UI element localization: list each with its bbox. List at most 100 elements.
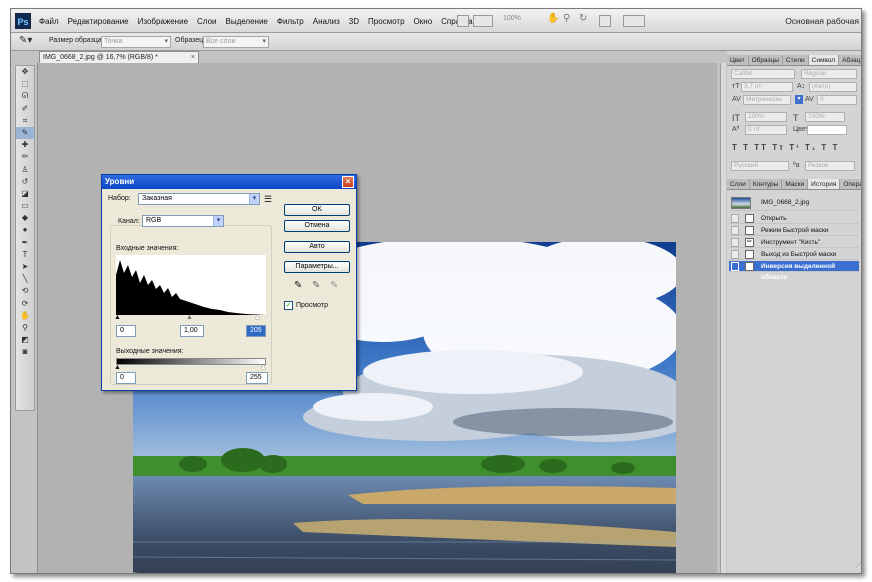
dodge-tool-icon[interactable]: ● <box>16 224 34 236</box>
menu-view[interactable]: Просмотр <box>368 17 405 26</box>
resize-grip-icon[interactable]: ⋰ <box>855 561 861 569</box>
history-item[interactable]: Выход из Быстрой маски <box>729 249 859 260</box>
auto-button[interactable]: Авто <box>284 241 350 253</box>
history-item[interactable]: Открыть <box>729 213 859 224</box>
output-white-field[interactable]: 255 <box>246 372 268 384</box>
vertical-scale-field[interactable]: 100% <box>745 112 787 122</box>
levels-titlebar[interactable]: Уровни × <box>102 175 356 189</box>
quick-select-tool-icon[interactable]: ✐ <box>16 103 34 115</box>
history-item[interactable]: Режим Быстрой маски <box>729 225 859 236</box>
text-color-swatch[interactable] <box>807 125 847 135</box>
menu-edit[interactable]: Редактирование <box>68 17 129 26</box>
sample-select[interactable]: Все слои <box>203 36 269 48</box>
menu-file[interactable]: Файл <box>39 17 59 26</box>
input-black-field[interactable]: 0 <box>116 325 136 337</box>
black-eyedropper-icon[interactable]: ✎ <box>294 280 302 291</box>
kerning-field[interactable]: Метрически <box>743 95 791 105</box>
antialias-select[interactable]: Резкое <box>805 161 855 171</box>
history-item[interactable]: ✏ Инструмент "Кисть" <box>729 237 859 248</box>
tab-character[interactable]: Символ <box>808 55 840 65</box>
preview-checkbox[interactable]: ✓ <box>284 301 293 310</box>
3d-rotate-tool-icon[interactable]: ⟲ <box>16 285 34 297</box>
view-extras-icon[interactable] <box>473 15 493 27</box>
hand-tool-icon[interactable]: ✋ <box>16 310 34 322</box>
healing-tool-icon[interactable]: ✚ <box>16 139 34 151</box>
white-eyedropper-icon[interactable]: ✎ <box>330 280 338 291</box>
close-icon[interactable]: × <box>191 52 195 63</box>
tab-masks[interactable]: Маски <box>782 179 809 189</box>
input-mid-field[interactable]: 1,00 <box>180 325 204 337</box>
lasso-tool-icon[interactable]: ᘏ <box>16 90 34 102</box>
channel-select[interactable]: RGB ▾ <box>142 215 224 227</box>
brush-tool-icon[interactable]: ✏ <box>16 151 34 163</box>
sample-size-select[interactable]: Точка <box>101 36 171 48</box>
text-style-buttons-icon[interactable]: T T TT Tт T¹ T₁ T T <box>732 143 839 152</box>
input-white-field[interactable]: 205 <box>246 325 266 337</box>
horizontal-scale-field[interactable]: 100% <box>805 112 845 122</box>
menu-window[interactable]: Окно <box>414 17 433 26</box>
blur-tool-icon[interactable]: ◆ <box>16 212 34 224</box>
menu-analysis[interactable]: Анализ <box>313 17 340 26</box>
tab-swatches[interactable]: Образцы <box>749 55 783 65</box>
gradient-tool-icon[interactable]: ▭ <box>16 200 34 212</box>
stamp-tool-icon[interactable]: ♙ <box>16 164 34 176</box>
history-item-active[interactable]: Инверсия выделенной области <box>729 261 859 281</box>
tab-paths[interactable]: Контуры <box>750 179 783 189</box>
document-tab[interactable]: IMG_0668_2.jpg @ 16,7% (RGB/8) * × <box>39 51 199 63</box>
font-family-select[interactable]: Calibri <box>731 69 795 79</box>
preset-select[interactable]: Заказная ▾ <box>138 193 260 205</box>
output-black-slider[interactable]: ▲ <box>114 364 121 371</box>
marquee-tool-icon[interactable]: ⬚ <box>16 78 34 90</box>
tab-styles[interactable]: Стили <box>783 55 809 65</box>
eyedropper-icon[interactable]: ✎▾ <box>19 35 32 46</box>
history-snapshot[interactable]: IMG_0668_2.jpg <box>729 195 859 211</box>
tab-history[interactable]: История <box>808 179 841 189</box>
rotate-view-icon[interactable]: ↻ <box>579 13 587 25</box>
colors-icon[interactable]: ◩ <box>16 334 34 346</box>
move-tool-icon[interactable]: ✥ <box>16 66 34 78</box>
ok-button[interactable]: OK <box>284 204 350 216</box>
tab-paragraph[interactable]: Абзац <box>839 55 861 65</box>
3d-orbit-tool-icon[interactable]: ⟳ <box>16 298 34 310</box>
midtone-slider[interactable]: ▲ <box>186 314 193 321</box>
leading-field[interactable]: (Авто) <box>809 82 857 92</box>
tab-actions[interactable]: Операции <box>840 179 861 189</box>
output-black-field[interactable]: 0 <box>116 372 136 384</box>
zoom-level-select[interactable]: 100% <box>503 15 521 27</box>
eraser-tool-icon[interactable]: ◪ <box>16 188 34 200</box>
font-size-field[interactable]: 3,7 пт <box>741 82 793 92</box>
pen-tool-icon[interactable]: ✒ <box>16 237 34 249</box>
quick-mask-icon[interactable]: ◙ <box>16 346 34 358</box>
history-brush-tool-icon[interactable]: ↺ <box>16 176 34 188</box>
hand-icon[interactable]: ✋ <box>547 13 559 25</box>
eyedropper-tool-icon[interactable]: ✎ <box>16 126 34 140</box>
zoom-tool-icon[interactable]: ⚲ <box>16 322 34 334</box>
tracking-field[interactable]: 0 <box>817 95 857 105</box>
crop-tool-icon[interactable]: ⌗ <box>16 115 34 127</box>
gray-eyedropper-icon[interactable]: ✎ <box>312 280 320 291</box>
bridge-icon[interactable] <box>457 15 469 27</box>
white-point-slider[interactable]: ▲ <box>254 314 261 321</box>
close-icon[interactable]: × <box>342 176 354 188</box>
cancel-button[interactable]: Отмена <box>284 220 350 232</box>
font-style-select[interactable]: Regular <box>801 69 857 79</box>
tab-color[interactable]: Цвет <box>727 55 749 65</box>
black-point-slider[interactable]: ▲ <box>114 314 121 321</box>
zoom-icon[interactable]: ⚲ <box>563 13 570 25</box>
options-button[interactable]: Параметры... <box>284 261 350 273</box>
type-tool-icon[interactable]: T <box>16 249 34 261</box>
arrange-docs-icon[interactable] <box>599 15 611 27</box>
shape-tool-icon[interactable]: ╲ <box>16 273 34 285</box>
path-select-tool-icon[interactable]: ➤ <box>16 261 34 273</box>
screen-mode-icon[interactable] <box>623 15 645 27</box>
menu-select[interactable]: Выделение <box>225 17 267 26</box>
preset-options-icon[interactable]: ☰ <box>264 194 272 205</box>
menu-filter[interactable]: Фильтр <box>277 17 304 26</box>
menu-image[interactable]: Изображение <box>138 17 188 26</box>
tab-layers[interactable]: Слои <box>727 179 750 189</box>
workspace-switcher[interactable]: Основная рабочая <box>785 9 859 33</box>
menu-layers[interactable]: Слои <box>197 17 216 26</box>
output-white-slider[interactable]: ▲ <box>260 364 267 371</box>
language-select[interactable]: Русский <box>731 161 789 171</box>
baseline-field[interactable]: 0 пт <box>745 125 787 135</box>
